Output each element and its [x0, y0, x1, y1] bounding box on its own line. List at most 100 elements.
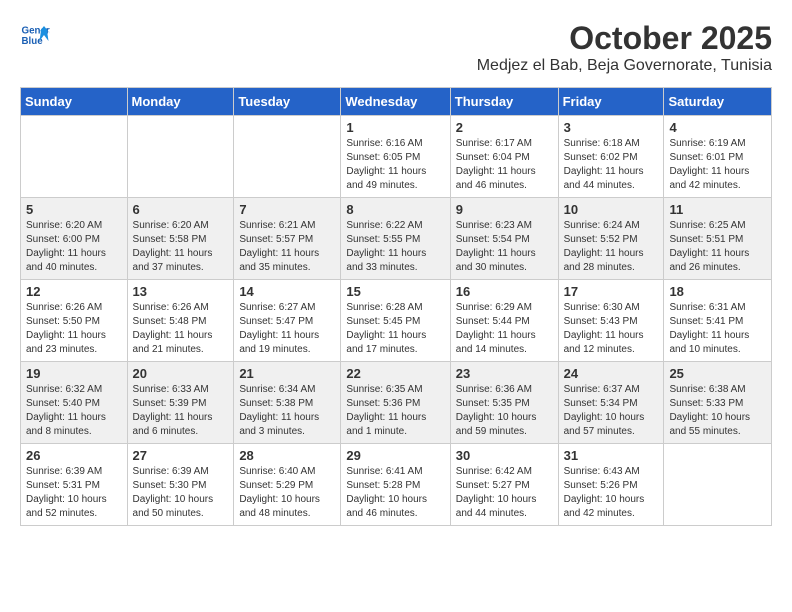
day-info: Sunrise: 6:40 AM Sunset: 5:29 PM Dayligh…: [239, 465, 335, 521]
weekday-header-wednesday: Wednesday: [341, 88, 450, 116]
calendar-cell: 13Sunrise: 6:26 AM Sunset: 5:48 PM Dayli…: [127, 280, 234, 362]
day-number: 8: [346, 202, 444, 217]
day-number: 21: [239, 366, 335, 381]
calendar-cell: 14 Sunrise: 6:27 AM Sunset: 5:47 PM Dayli…: [234, 280, 341, 362]
weekday-header-thursday: Thursday: [450, 88, 558, 116]
calendar-cell: 10Sunrise: 6:24 AM Sunset: 5:52 PM Dayli…: [558, 198, 664, 280]
day-number: 26: [26, 448, 122, 463]
calendar-cell: 16 Sunrise: 6:29 AM Sunset: 5:44 PM Dayli…: [450, 280, 558, 362]
day-info: Sunrise: 6:32 AM Sunset: 5:40 PM Dayligh…: [26, 383, 122, 439]
weekday-header-sunday: Sunday: [21, 88, 128, 116]
calendar-cell: 29Sunrise: 6:41 AM Sunset: 5:28 PM Dayli…: [341, 444, 450, 526]
day-info: Sunrise: 6:16 AM Sunset: 6:05 PM Dayligh…: [346, 137, 444, 193]
day-info: Sunrise: 6:17 AM Sunset: 6:04 PM Dayligh…: [456, 137, 553, 193]
calendar-cell: 3 Sunrise: 6:18 AM Sunset: 6:02 PM Daylig…: [558, 116, 664, 198]
weekday-header-monday: Monday: [127, 88, 234, 116]
day-info: Sunrise: 6:20 AM Sunset: 5:58 PM Dayligh…: [133, 219, 229, 275]
day-number: 9: [456, 202, 553, 217]
day-info: Sunrise: 6:24 AM Sunset: 5:52 PM Dayligh…: [564, 219, 659, 275]
calendar-cell: 27 Sunrise: 6:39 AM Sunset: 5:30 PM Dayli…: [127, 444, 234, 526]
day-info: Sunrise: 6:26 AM Sunset: 5:50 PM Dayligh…: [26, 301, 122, 357]
day-info: Sunrise: 6:37 AM Sunset: 5:34 PM Dayligh…: [564, 383, 659, 439]
calendar-cell: 24 Sunrise: 6:37 AM Sunset: 5:34 PM Dayli…: [558, 362, 664, 444]
day-number: 14: [239, 284, 335, 299]
day-number: 7: [239, 202, 335, 217]
calendar-cell: 2 Sunrise: 6:17 AM Sunset: 6:04 PM Daylig…: [450, 116, 558, 198]
day-number: 15: [346, 284, 444, 299]
day-number: 25: [669, 366, 766, 381]
day-info: Sunrise: 6:43 AM Sunset: 5:26 PM Dayligh…: [564, 465, 659, 521]
calendar-cell: [21, 116, 128, 198]
weekday-header-tuesday: Tuesday: [234, 88, 341, 116]
day-info: Sunrise: 6:35 AM Sunset: 5:36 PM Dayligh…: [346, 383, 444, 439]
day-number: 18: [669, 284, 766, 299]
day-info: Sunrise: 6:25 AM Sunset: 5:51 PM Dayligh…: [669, 219, 766, 275]
calendar-cell: 17Sunrise: 6:30 AM Sunset: 5:43 PM Dayli…: [558, 280, 664, 362]
day-number: 5: [26, 202, 122, 217]
day-number: 3: [564, 120, 659, 135]
logo-icon: General Blue: [20, 20, 50, 50]
day-number: 16: [456, 284, 553, 299]
day-info: Sunrise: 6:33 AM Sunset: 5:39 PM Dayligh…: [133, 383, 229, 439]
day-number: 20: [133, 366, 229, 381]
day-info: Sunrise: 6:22 AM Sunset: 5:55 PM Dayligh…: [346, 219, 444, 275]
svg-text:Blue: Blue: [22, 36, 44, 47]
day-number: 17: [564, 284, 659, 299]
day-number: 30: [456, 448, 553, 463]
day-info: Sunrise: 6:29 AM Sunset: 5:44 PM Dayligh…: [456, 301, 553, 357]
calendar-cell: 30 Sunrise: 6:42 AM Sunset: 5:27 PM Dayli…: [450, 444, 558, 526]
calendar-cell: 8 Sunrise: 6:22 AM Sunset: 5:55 PM Daylig…: [341, 198, 450, 280]
calendar-cell: 20 Sunrise: 6:33 AM Sunset: 5:39 PM Dayli…: [127, 362, 234, 444]
calendar-cell: 18Sunrise: 6:31 AM Sunset: 5:41 PM Dayli…: [664, 280, 772, 362]
weekday-header-saturday: Saturday: [664, 88, 772, 116]
day-info: Sunrise: 6:18 AM Sunset: 6:02 PM Dayligh…: [564, 137, 659, 193]
day-number: 1: [346, 120, 444, 135]
calendar-cell: 11Sunrise: 6:25 AM Sunset: 5:51 PM Dayli…: [664, 198, 772, 280]
day-info: Sunrise: 6:38 AM Sunset: 5:33 PM Dayligh…: [669, 383, 766, 439]
calendar-cell: 26Sunrise: 6:39 AM Sunset: 5:31 PM Dayli…: [21, 444, 128, 526]
calendar-week-row: 12Sunrise: 6:26 AM Sunset: 5:50 PM Dayli…: [21, 280, 772, 362]
day-number: 28: [239, 448, 335, 463]
calendar-table: SundayMondayTuesdayWednesdayThursdayFrid…: [20, 87, 772, 526]
day-number: 4: [669, 120, 766, 135]
calendar-cell: 15Sunrise: 6:28 AM Sunset: 5:45 PM Dayli…: [341, 280, 450, 362]
day-number: 27: [133, 448, 229, 463]
calendar-cell: [234, 116, 341, 198]
day-info: Sunrise: 6:27 AM Sunset: 5:47 PM Dayligh…: [239, 301, 335, 357]
calendar-cell: 12Sunrise: 6:26 AM Sunset: 5:50 PM Dayli…: [21, 280, 128, 362]
calendar-cell: 22Sunrise: 6:35 AM Sunset: 5:36 PM Dayli…: [341, 362, 450, 444]
day-info: Sunrise: 6:39 AM Sunset: 5:30 PM Dayligh…: [133, 465, 229, 521]
calendar-week-row: 1 Sunrise: 6:16 AM Sunset: 6:05 PM Daylig…: [21, 116, 772, 198]
calendar-cell: 7 Sunrise: 6:21 AM Sunset: 5:57 PM Daylig…: [234, 198, 341, 280]
calendar-cell: 19Sunrise: 6:32 AM Sunset: 5:40 PM Dayli…: [21, 362, 128, 444]
day-info: Sunrise: 6:36 AM Sunset: 5:35 PM Dayligh…: [456, 383, 553, 439]
day-number: 24: [564, 366, 659, 381]
calendar-cell: 25 Sunrise: 6:38 AM Sunset: 5:33 PM Dayli…: [664, 362, 772, 444]
title-section: October 2025 Medjez el Bab, Beja Governo…: [477, 20, 772, 75]
calendar-cell: 28 Sunrise: 6:40 AM Sunset: 5:29 PM Dayli…: [234, 444, 341, 526]
calendar-cell: 21 Sunrise: 6:34 AM Sunset: 5:38 PM Dayli…: [234, 362, 341, 444]
calendar-cell: 1 Sunrise: 6:16 AM Sunset: 6:05 PM Daylig…: [341, 116, 450, 198]
day-info: Sunrise: 6:21 AM Sunset: 5:57 PM Dayligh…: [239, 219, 335, 275]
day-info: Sunrise: 6:42 AM Sunset: 5:27 PM Dayligh…: [456, 465, 553, 521]
weekday-header-row: SundayMondayTuesdayWednesdayThursdayFrid…: [21, 88, 772, 116]
day-info: Sunrise: 6:34 AM Sunset: 5:38 PM Dayligh…: [239, 383, 335, 439]
calendar-cell: 31 Sunrise: 6:43 AM Sunset: 5:26 PM Dayli…: [558, 444, 664, 526]
day-number: 23: [456, 366, 553, 381]
day-number: 2: [456, 120, 553, 135]
calendar-cell: 9Sunrise: 6:23 AM Sunset: 5:54 PM Daylig…: [450, 198, 558, 280]
day-info: Sunrise: 6:41 AM Sunset: 5:28 PM Dayligh…: [346, 465, 444, 521]
day-number: 31: [564, 448, 659, 463]
calendar-cell: 23 Sunrise: 6:36 AM Sunset: 5:35 PM Dayli…: [450, 362, 558, 444]
calendar-week-row: 19Sunrise: 6:32 AM Sunset: 5:40 PM Dayli…: [21, 362, 772, 444]
logo: General Blue: [20, 20, 54, 50]
calendar-cell: 6 Sunrise: 6:20 AM Sunset: 5:58 PM Daylig…: [127, 198, 234, 280]
calendar-cell: 5 Sunrise: 6:20 AM Sunset: 6:00 PM Daylig…: [21, 198, 128, 280]
calendar-cell: 4 Sunrise: 6:19 AM Sunset: 6:01 PM Daylig…: [664, 116, 772, 198]
day-info: Sunrise: 6:26 AM Sunset: 5:48 PM Dayligh…: [133, 301, 229, 357]
day-number: 6: [133, 202, 229, 217]
calendar-week-row: 5 Sunrise: 6:20 AM Sunset: 6:00 PM Daylig…: [21, 198, 772, 280]
day-info: Sunrise: 6:19 AM Sunset: 6:01 PM Dayligh…: [669, 137, 766, 193]
calendar-week-row: 26Sunrise: 6:39 AM Sunset: 5:31 PM Dayli…: [21, 444, 772, 526]
day-info: Sunrise: 6:20 AM Sunset: 6:00 PM Dayligh…: [26, 219, 122, 275]
